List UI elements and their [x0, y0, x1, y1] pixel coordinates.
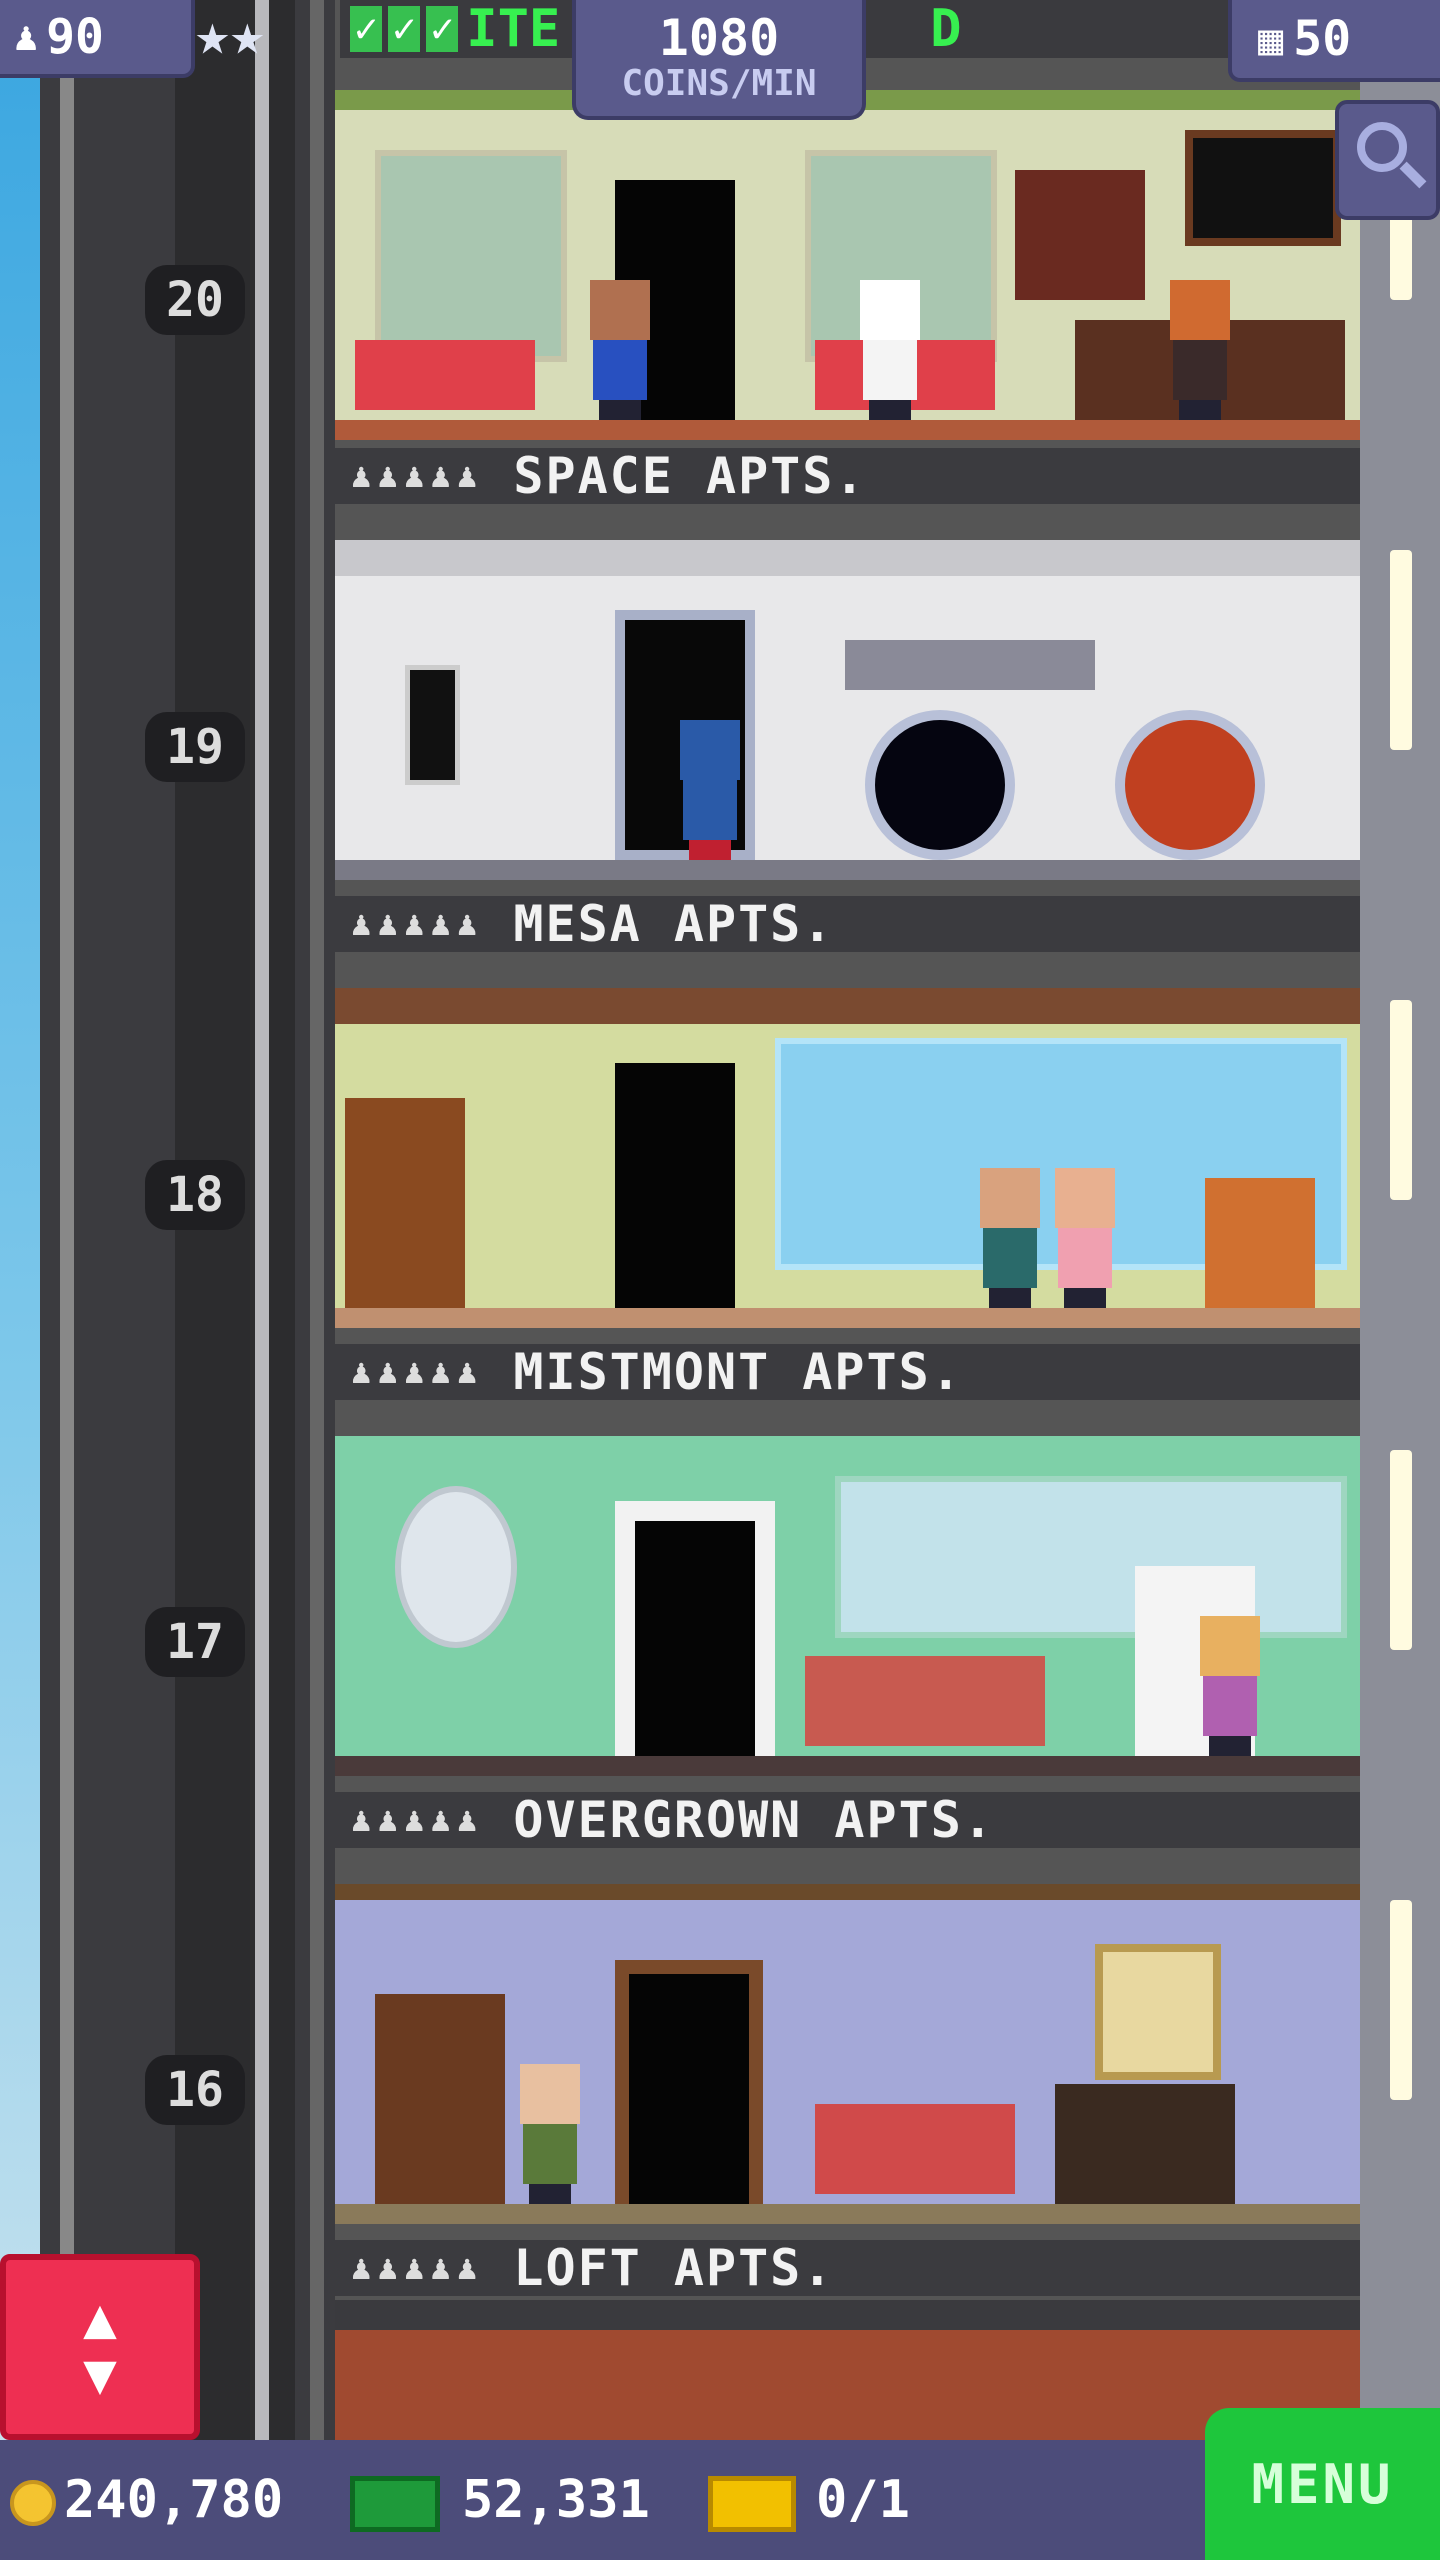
- building-icon: ▦: [1258, 14, 1284, 64]
- check-icon: ✓: [388, 6, 421, 52]
- elevator-button[interactable]: ▲ ▼: [0, 2254, 200, 2440]
- mission-text: ITE: [466, 0, 561, 59]
- residents-icons: ♟♟♟♟♟: [351, 1352, 484, 1392]
- floor-label[interactable]: ♟♟♟♟♟ OVERGROWN APTS.: [335, 1791, 1360, 1849]
- painting: [1095, 1944, 1221, 2080]
- floor-line: [335, 860, 1360, 880]
- population-counter[interactable]: ♟ 90: [0, 0, 195, 78]
- fireplace: [1055, 2084, 1235, 2204]
- door: [615, 1063, 735, 1308]
- window: [375, 150, 567, 362]
- floors-counter[interactable]: ▦ 50: [1228, 0, 1440, 82]
- floor-label[interactable]: ♟♟♟♟♟ LOFT APTS.: [335, 2239, 1360, 2297]
- bux-value[interactable]: 52,331: [462, 2470, 650, 2530]
- residents-icons: ♟♟♟♟♟: [351, 1800, 484, 1840]
- floor-18-room[interactable]: [335, 988, 1360, 1328]
- floor-19-room[interactable]: [335, 540, 1360, 880]
- sofa: [815, 2104, 1015, 2194]
- bitizen[interactable]: [585, 280, 655, 420]
- bitizen[interactable]: [675, 720, 745, 860]
- floor-17-room[interactable]: [335, 1436, 1360, 1776]
- porthole: [1115, 710, 1265, 860]
- armchair: [1205, 1178, 1315, 1308]
- bookshelf: [345, 1098, 465, 1308]
- residents-icons: ♟♟♟♟♟: [351, 904, 484, 944]
- ceiling-beams: [335, 988, 1360, 1024]
- floors-value: 50: [1293, 11, 1352, 67]
- bitizen[interactable]: [855, 280, 925, 420]
- up-arrow-icon: ▲: [83, 2286, 117, 2351]
- floor-label[interactable]: ♟♟♟♟♟ SPACE APTS.: [335, 447, 1360, 505]
- wall-light: [1390, 1900, 1412, 2100]
- chalkboard: [1185, 130, 1341, 246]
- control-panel: [405, 665, 460, 785]
- ticket-icon: [708, 2476, 796, 2532]
- floor-15-room[interactable]: [335, 2300, 1360, 2440]
- floor-number: 16: [145, 2055, 245, 2125]
- ceiling: [335, 1884, 1360, 1900]
- bitizen[interactable]: [1165, 280, 1235, 420]
- mission-text-tail: D: [930, 0, 962, 59]
- star-rating: ★★: [195, 0, 265, 68]
- floor-label[interactable]: ♟♟♟♟♟ MESA APTS.: [335, 895, 1360, 953]
- down-arrow-icon: ▼: [83, 2342, 117, 2407]
- floor-name: MESA APTS.: [513, 895, 835, 953]
- coins-rate-unit: COINS/MIN: [621, 63, 817, 104]
- floor-number: 20: [145, 265, 245, 335]
- check-icon: ✓: [426, 6, 459, 52]
- population-value: 90: [46, 9, 104, 65]
- bitizen[interactable]: [1050, 1168, 1120, 1308]
- check-icon: ✓: [350, 6, 383, 52]
- person-icon: ♟: [14, 14, 39, 60]
- floor-name: LOFT APTS.: [513, 2239, 835, 2297]
- coin-icon: [10, 2480, 56, 2526]
- floor-label[interactable]: ♟♟♟♟♟ MISTMONT APTS.: [335, 1343, 1360, 1401]
- ceiling: [335, 540, 1360, 576]
- magnifier-icon: [1357, 122, 1407, 172]
- floor-line: [335, 1756, 1360, 1776]
- floor-line: [335, 2204, 1360, 2224]
- wall-light: [1390, 1450, 1412, 1650]
- bitizen[interactable]: [1195, 1616, 1265, 1756]
- residents-icons: ♟♟♟♟♟: [351, 456, 484, 496]
- floor-name: MISTMONT APTS.: [513, 1343, 963, 1401]
- tickets-value[interactable]: 0/1: [816, 2470, 910, 2530]
- mirror: [395, 1486, 517, 1648]
- residents-icons: ♟♟♟♟♟: [351, 2248, 484, 2288]
- bitizen[interactable]: [975, 1168, 1045, 1308]
- shaft-cable: [255, 0, 269, 2440]
- floor-20-room[interactable]: [335, 90, 1360, 440]
- sofa: [805, 1656, 1045, 1746]
- magnifier-handle: [1399, 161, 1427, 189]
- floor-number: 19: [145, 712, 245, 782]
- dining-table: [355, 340, 535, 410]
- floor-number: 17: [145, 1607, 245, 1677]
- porthole: [865, 710, 1015, 860]
- floor-number: 18: [145, 1160, 245, 1230]
- menu-button[interactable]: MENU: [1205, 2408, 1440, 2560]
- sky-background: [0, 0, 40, 2440]
- coins-rate-panel[interactable]: 1080 COINS/MIN: [572, 0, 866, 120]
- wall-light: [1390, 1000, 1412, 1200]
- floor-line: [335, 1308, 1360, 1328]
- floor-name: SPACE APTS.: [513, 447, 867, 505]
- floor-name: OVERGROWN APTS.: [513, 1791, 995, 1849]
- door: [615, 1960, 763, 2204]
- shaft-rail: [60, 0, 74, 2440]
- ceiling: [335, 2300, 1360, 2330]
- bookshelf: [375, 1994, 505, 2204]
- bitizen[interactable]: [515, 2064, 585, 2204]
- floor-line: [335, 420, 1360, 440]
- coins-value: 240,780: [64, 2470, 284, 2530]
- coins-rate-value: 1080: [658, 9, 780, 67]
- shaft-rail: [310, 0, 324, 2440]
- wine-rack: [1015, 170, 1145, 300]
- zoom-button[interactable]: [1335, 100, 1440, 220]
- console: [845, 640, 1095, 690]
- door: [615, 1501, 775, 1756]
- floor-16-room[interactable]: [335, 1884, 1360, 2224]
- window: [835, 1476, 1347, 1638]
- banknote-icon: [350, 2476, 440, 2532]
- wall-light: [1390, 550, 1412, 750]
